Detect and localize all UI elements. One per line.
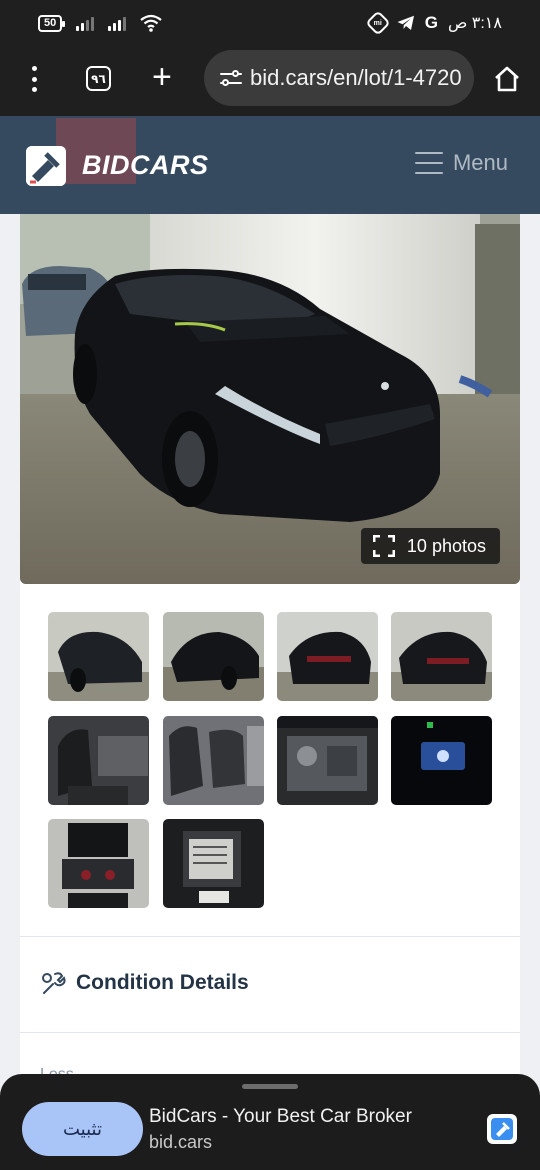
hamburger-icon [414, 152, 443, 174]
battery-indicator: 50 [38, 14, 66, 32]
bidcars-app-icon [487, 1114, 517, 1144]
thumbnail-photo-6[interactable] [163, 716, 264, 805]
lot-content: 10 photos Condition Details [20, 214, 520, 1114]
wifi-icon [140, 14, 162, 32]
tab-switcher-button[interactable]: ٩٦ [86, 66, 111, 91]
url-text: bid.cars/en/lot/1-4720 [250, 65, 462, 90]
site-logo-text[interactable]: BIDCARS [82, 150, 209, 181]
address-bar[interactable]: bid.cars/en/lot/1-4720 [204, 50, 474, 106]
section-divider [20, 1032, 520, 1033]
thumbnail-photo-3[interactable] [277, 612, 378, 701]
site-settings-icon[interactable] [220, 69, 242, 87]
bidcars-logo-icon[interactable] [26, 146, 66, 186]
drag-handle[interactable] [242, 1084, 298, 1089]
status-bar: 50 mi G ٣:١٨ ص [0, 0, 540, 46]
photos-count-button[interactable]: 10 photos [360, 528, 500, 564]
clock: ٣:١٨ ص [447, 15, 502, 32]
signal-icon [76, 15, 95, 31]
app-domain: bid.cars [149, 1132, 213, 1152]
thumbnail-photo-5[interactable] [48, 716, 149, 805]
thumbnail-photo-10[interactable] [163, 819, 264, 908]
new-tab-icon[interactable]: + [152, 60, 172, 94]
thumbnail-photo-9[interactable] [48, 819, 149, 908]
browser-menu-icon[interactable] [24, 66, 44, 92]
fullscreen-icon [372, 535, 395, 557]
thumbnail-photo-2[interactable] [163, 612, 264, 701]
home-icon[interactable] [492, 64, 522, 94]
app-name: BidCars - Your Best Car Broker [149, 1106, 412, 1127]
main-car-photo[interactable]: 10 photos [20, 214, 520, 584]
menu-label: Menu [452, 150, 508, 175]
signal-icon [108, 15, 127, 31]
install-button[interactable]: تثبيت [22, 1102, 143, 1156]
mi-notification-icon: mi [365, 10, 391, 36]
telegram-icon [397, 15, 414, 30]
site-header: BIDCARS Menu [0, 116, 540, 214]
condition-details-header[interactable]: Condition Details [40, 970, 249, 996]
photos-count-label: 10 photos [406, 535, 486, 556]
install-app-banner: تثبيت BidCars - Your Best Car Broker bid… [0, 1074, 540, 1170]
thumbnail-photo-8[interactable] [391, 716, 492, 805]
thumbnail-photo-4[interactable] [391, 612, 492, 701]
section-divider [20, 936, 520, 937]
thumbnail-photo-7[interactable] [277, 716, 378, 805]
menu-button[interactable]: Menu [414, 150, 508, 176]
condition-details-title: Condition Details [76, 971, 249, 994]
browser-toolbar: ٩٦ + bid.cars/en/lot/1-4720 [0, 46, 540, 116]
thumbnail-photo-1[interactable] [48, 612, 149, 701]
wrench-gear-icon [42, 972, 66, 994]
google-icon: G [424, 13, 438, 32]
